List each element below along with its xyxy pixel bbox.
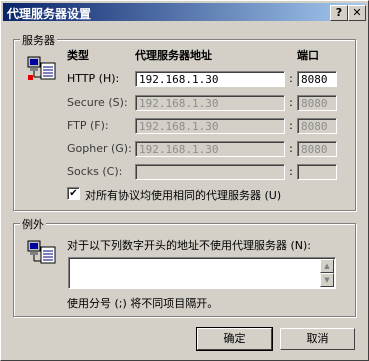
scroll-up-arrow[interactable]: ▲ bbox=[320, 259, 334, 273]
proxy-settings-dialog: 代理服务器设置 ? ✕ 服务器 类型 代理服务器地址 端口 HTTP (H): … bbox=[0, 0, 369, 361]
same-proxy-label[interactable]: 对所有协议均使用相同的代理服务器 (U) bbox=[85, 187, 281, 203]
exceptions-group-title: 例外 bbox=[20, 216, 46, 232]
socks-address-input bbox=[135, 164, 285, 180]
secure-address-input: 192.168.1.30 bbox=[135, 95, 285, 111]
dialog-title: 代理服务器设置 bbox=[7, 7, 92, 21]
http-label: HTTP (H): bbox=[67, 72, 120, 85]
socks-colon: : bbox=[289, 165, 293, 178]
exceptions-instruction: 对于以下列数字开头的地址不使用代理服务器 (N): bbox=[67, 239, 312, 252]
cancel-button[interactable]: 取消 bbox=[280, 328, 355, 350]
ftp-port-input: 8080 bbox=[297, 118, 337, 134]
gopher-colon: : bbox=[289, 142, 293, 155]
type-column-header: 类型 bbox=[67, 49, 89, 62]
http-colon: : bbox=[289, 72, 293, 85]
servers-group-title: 服务器 bbox=[20, 32, 57, 48]
secure-colon: : bbox=[289, 96, 293, 109]
title-bar[interactable]: 代理服务器设置 ? ✕ bbox=[3, 3, 366, 21]
exceptions-textarea[interactable]: ▲ ▼ bbox=[68, 257, 336, 289]
ftp-colon: : bbox=[289, 119, 293, 132]
http-address-input[interactable]: 192.168.1.30 bbox=[135, 71, 285, 87]
network-computers-icon bbox=[27, 56, 56, 80]
ftp-label: FTP (F): bbox=[67, 119, 109, 132]
ok-button[interactable]: 确定 bbox=[196, 327, 273, 351]
gopher-address-input: 192.168.1.30 bbox=[135, 141, 285, 157]
secure-port-input: 8080 bbox=[297, 95, 337, 111]
socks-port-input bbox=[297, 164, 337, 180]
gopher-label: Gopher (G): bbox=[67, 142, 132, 155]
exceptions-document-icon bbox=[27, 240, 56, 264]
address-column-header: 代理服务器地址 bbox=[135, 49, 212, 62]
gopher-port-input: 8080 bbox=[297, 141, 337, 157]
exceptions-hint: 使用分号 (;) 将不同项目隔开。 bbox=[67, 297, 219, 310]
close-button[interactable]: ✕ bbox=[348, 5, 366, 21]
socks-label: Socks (C): bbox=[67, 165, 123, 178]
http-port-input[interactable]: 8080 bbox=[297, 71, 337, 87]
scroll-down-arrow[interactable]: ▼ bbox=[320, 273, 334, 287]
port-column-header: 端口 bbox=[297, 49, 319, 62]
ftp-address-input: 192.168.1.30 bbox=[135, 118, 285, 134]
secure-label: Secure (S): bbox=[67, 96, 128, 109]
help-button[interactable]: ? bbox=[330, 5, 348, 21]
same-proxy-checkbox[interactable]: ✔ bbox=[67, 187, 80, 200]
